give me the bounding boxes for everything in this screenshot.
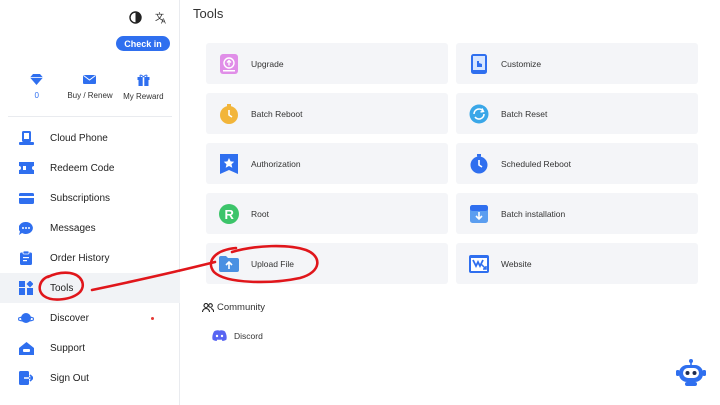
page-title: Tools	[193, 6, 224, 21]
website-icon	[469, 254, 489, 274]
sidebar-item-label: Subscriptions	[50, 192, 111, 204]
check-in-button[interactable]: Check in	[116, 36, 170, 51]
tool-label: Upload File	[251, 258, 294, 269]
buy-renew-label: Buy / Renew	[67, 91, 113, 100]
sidebar: 文A Check in 0 Buy / Renew My Reward Clou…	[0, 0, 180, 405]
sidebar-nav: Cloud Phone Redeem Code Subscriptions Me…	[0, 123, 180, 393]
discord-link[interactable]: Discord	[212, 330, 263, 341]
translate-icon[interactable]: 文A	[154, 10, 168, 24]
stat-buy-renew[interactable]: Buy / Renew	[63, 74, 116, 112]
tools-icon	[18, 280, 34, 296]
phone-icon	[18, 130, 34, 146]
sidebar-item-label: Order History	[50, 252, 110, 264]
diamond-icon	[30, 74, 44, 85]
sidebar-item-label: Support	[50, 342, 86, 354]
discord-icon	[212, 330, 227, 341]
tool-label: Batch Reset	[501, 108, 548, 119]
chat-icon	[18, 220, 34, 236]
svg-text:R: R	[225, 207, 235, 222]
community-label: Community	[217, 302, 266, 313]
tool-root[interactable]: R Root	[206, 193, 448, 234]
tool-website[interactable]: Website	[456, 243, 698, 284]
batch-reboot-icon	[219, 103, 239, 124]
theme-toggle-icon[interactable]	[128, 10, 142, 24]
sidebar-item-label: Redeem Code	[50, 162, 115, 174]
authorization-icon	[219, 153, 239, 174]
tool-label: Batch Reboot	[251, 108, 303, 119]
planet-icon	[18, 310, 34, 326]
my-reward-label: My Reward	[123, 92, 164, 101]
sidebar-item-messages[interactable]: Messages	[0, 213, 180, 243]
sidebar-item-label: Tools	[50, 282, 74, 294]
sidebar-item-order-history[interactable]: Order History	[0, 243, 180, 273]
sidebar-item-support[interactable]: Support	[0, 333, 180, 363]
tool-customize[interactable]: Customize	[456, 43, 698, 84]
sidebar-item-tools[interactable]: Tools	[0, 273, 180, 303]
sidebar-item-label: Cloud Phone	[50, 132, 108, 144]
sign-out-icon	[18, 370, 34, 386]
robot-icon	[676, 359, 706, 386]
card-icon	[18, 190, 34, 206]
scheduled-reboot-icon	[469, 153, 489, 174]
batch-install-icon	[469, 204, 489, 224]
sidebar-item-label: Sign Out	[50, 372, 89, 384]
stat-balance[interactable]: 0	[10, 74, 63, 112]
community-icon	[202, 303, 214, 312]
sidebar-divider	[8, 116, 172, 117]
sidebar-item-sign-out[interactable]: Sign Out	[0, 363, 180, 393]
tool-label: Scheduled Reboot	[501, 158, 571, 169]
tool-label: Customize	[501, 58, 542, 69]
top-icons: 文A	[128, 10, 168, 24]
mail-icon	[83, 75, 97, 84]
balance-value: 0	[34, 91, 39, 100]
tool-upgrade[interactable]: Upgrade	[206, 43, 448, 84]
account-stats: 0 Buy / Renew My Reward	[10, 74, 170, 112]
stat-my-reward[interactable]: My Reward	[117, 74, 170, 112]
sidebar-item-label: Messages	[50, 222, 96, 234]
community-section-title: Community	[202, 302, 265, 313]
support-icon	[18, 340, 34, 356]
tool-label: Root	[251, 208, 269, 219]
tool-upload-file[interactable]: Upload File	[206, 243, 448, 284]
tool-label: Authorization	[251, 158, 301, 169]
tool-label: Batch installation	[501, 208, 566, 219]
upgrade-icon	[219, 53, 239, 74]
tool-scheduled-reboot[interactable]: Scheduled Reboot	[456, 143, 698, 184]
notification-dot	[151, 316, 154, 320]
upload-file-icon	[219, 254, 239, 274]
discord-label: Discord	[234, 330, 263, 341]
gift-icon	[137, 74, 150, 86]
sidebar-item-label: Discover	[50, 312, 89, 324]
tool-label: Website	[501, 258, 532, 269]
tool-batch-reset[interactable]: Batch Reset	[456, 93, 698, 134]
sidebar-item-redeem-code[interactable]: Redeem Code	[0, 153, 180, 183]
tool-batch-installation[interactable]: Batch installation	[456, 193, 698, 234]
tool-label: Upgrade	[251, 58, 284, 69]
sidebar-item-subscriptions[interactable]: Subscriptions	[0, 183, 180, 213]
ticket-icon	[18, 160, 34, 176]
svg-text:A: A	[161, 17, 166, 24]
batch-reset-icon	[469, 104, 489, 124]
sidebar-item-discover[interactable]: Discover	[0, 303, 180, 333]
sidebar-item-cloud-phone[interactable]: Cloud Phone	[0, 123, 180, 153]
root-icon: R	[219, 203, 239, 224]
clipboard-icon	[18, 250, 34, 266]
tool-batch-reboot[interactable]: Batch Reboot	[206, 93, 448, 134]
customize-icon	[469, 53, 489, 74]
tool-authorization[interactable]: Authorization	[206, 143, 448, 184]
assistant-bot-button[interactable]	[676, 358, 706, 388]
